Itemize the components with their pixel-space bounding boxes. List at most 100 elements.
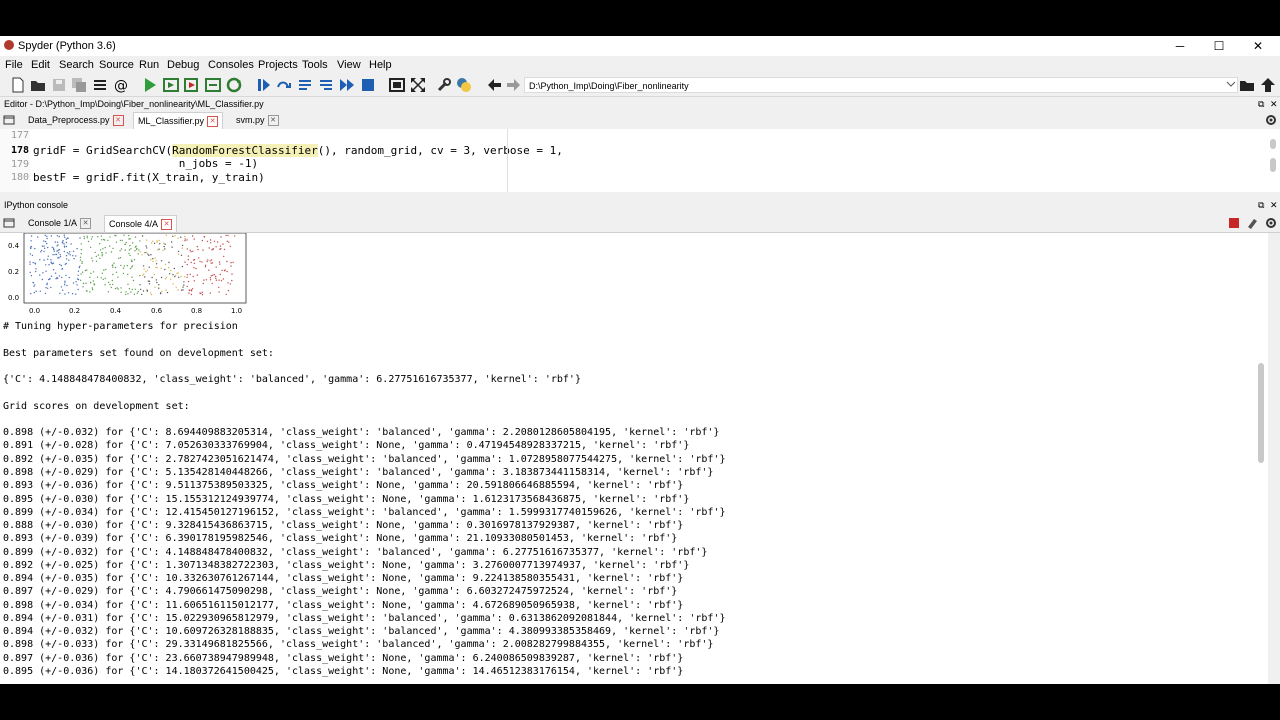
scatter-point	[208, 247, 210, 249]
menu-tools[interactable]: Tools	[302, 59, 328, 71]
scatter-point	[46, 237, 48, 240]
step-icon[interactable]	[276, 77, 292, 93]
console-scrollbar-thumb[interactable]	[1258, 363, 1264, 463]
menu-view[interactable]: View	[337, 59, 361, 71]
forward-arrow-icon[interactable]	[506, 77, 522, 93]
save-icon[interactable]	[51, 77, 67, 93]
run-selection-icon[interactable]	[205, 77, 221, 93]
back-arrow-icon[interactable]	[486, 77, 502, 93]
console-line: 0.898 (+/-0.034) for {'C': 11.6065161150…	[3, 599, 684, 611]
menu-bar: File Edit Search Source Run Debug Consol…	[0, 56, 1280, 74]
open-folder-icon[interactable]	[30, 77, 46, 93]
close-tab-icon[interactable]: ✕	[267, 115, 279, 127]
gear-icon[interactable]	[1265, 217, 1277, 229]
menu-search[interactable]: Search	[59, 59, 94, 71]
scatter-point	[68, 259, 70, 261]
python-path-icon[interactable]	[456, 77, 472, 93]
fullscreen-icon[interactable]	[410, 77, 426, 93]
debug-icon[interactable]	[255, 77, 271, 93]
close-tab-icon[interactable]: ✕	[112, 115, 124, 127]
chevron-down-icon[interactable]	[1226, 79, 1236, 89]
close-tab-icon[interactable]: ✕	[207, 116, 219, 128]
scatter-point	[63, 284, 66, 286]
step-return-icon[interactable]	[318, 77, 334, 93]
close-tab-icon[interactable]: ✕	[80, 218, 92, 230]
menu-consoles[interactable]: Consoles	[208, 59, 254, 71]
close-pane-icon[interactable]: ✕	[1270, 198, 1278, 212]
scatter-point	[87, 240, 90, 243]
preferences-wrench-icon[interactable]	[436, 77, 452, 93]
undock-icon[interactable]: ⧉	[1258, 97, 1264, 111]
browse-folder-icon[interactable]	[1239, 77, 1255, 93]
maximize-button[interactable]: ☐	[1204, 37, 1234, 55]
tab-console-4[interactable]: Console 4/A ✕	[104, 215, 178, 232]
undock-icon[interactable]: ⧉	[1258, 198, 1264, 212]
scatter-point	[180, 275, 182, 278]
minimize-button[interactable]: ─	[1165, 37, 1195, 55]
ipython-console[interactable]: 0.4 0.2 0.0 0.0 0.2 0.4 0.6 0.8 1.0 # Tu…	[0, 233, 1268, 684]
scatter-point	[119, 257, 122, 259]
scatter-point	[29, 253, 32, 255]
step-into-icon[interactable]	[297, 77, 313, 93]
tab-data-preprocess[interactable]: Data_Preprocess.py ✕	[24, 112, 128, 128]
console-line: 0.893 (+/-0.039) for {'C': 6.39017819598…	[3, 533, 678, 545]
tab-ml-classifier[interactable]: ML_Classifier.py ✕	[133, 112, 224, 129]
scatter-point	[131, 260, 133, 263]
run-cell-advance-icon[interactable]	[184, 77, 200, 93]
scatter-point	[40, 251, 42, 253]
tab-console-1[interactable]: Console 1/A ✕	[24, 215, 95, 231]
scatter-point	[198, 257, 200, 259]
scatter-point	[188, 289, 190, 291]
eraser-icon[interactable]	[1246, 217, 1258, 229]
editor-scrollbar-thumb[interactable]	[1270, 158, 1276, 172]
run-cell-icon[interactable]	[163, 77, 179, 93]
scatter-point	[86, 290, 88, 292]
close-pane-icon[interactable]: ✕	[1270, 97, 1278, 111]
browse-tabs-icon[interactable]	[3, 217, 15, 229]
menu-debug[interactable]: Debug	[167, 59, 199, 71]
scatter-point	[141, 254, 143, 256]
stop-kernel-icon[interactable]	[1228, 217, 1240, 229]
parent-directory-icon[interactable]	[1260, 77, 1276, 93]
scatter-point	[164, 263, 167, 266]
rerun-icon[interactable]	[226, 77, 242, 93]
scatter-point	[177, 289, 179, 291]
maximize-pane-icon[interactable]	[389, 77, 405, 93]
close-tab-icon[interactable]: ✕	[161, 219, 173, 231]
scatter-point	[34, 284, 36, 286]
stop-debug-icon[interactable]	[360, 77, 376, 93]
list-icon[interactable]	[92, 77, 108, 93]
tab-svm[interactable]: svm.py ✕	[232, 112, 283, 128]
browse-tabs-icon[interactable]	[3, 114, 15, 126]
menu-edit[interactable]: Edit	[31, 59, 50, 71]
menu-file[interactable]: File	[5, 59, 23, 71]
scatter-point	[99, 257, 101, 259]
scatter-point	[203, 236, 205, 238]
menu-source[interactable]: Source	[99, 59, 134, 71]
scatter-point	[209, 260, 211, 262]
scatter-point	[56, 250, 58, 252]
scatter-point	[133, 293, 136, 295]
code-line: gridF = GridSearchCV(RandomForestClassif…	[33, 144, 563, 157]
code-editor[interactable]: 177 178 179 180 gridF = GridSearchCV(Ran…	[0, 129, 1280, 192]
menu-projects[interactable]: Projects	[258, 59, 298, 71]
menu-run[interactable]: Run	[139, 59, 159, 71]
save-all-icon[interactable]	[71, 77, 87, 93]
working-directory-input[interactable]: D:\Python_Imp\Doing\Fiber_nonlinearity	[524, 77, 1238, 93]
scatter-point	[220, 236, 222, 238]
scatter-point	[209, 292, 211, 294]
close-window-button[interactable]: ✕	[1243, 37, 1273, 55]
gear-icon[interactable]	[1265, 114, 1277, 126]
scatter-point	[51, 246, 53, 248]
at-sign-icon[interactable]: @	[113, 77, 129, 93]
run-icon[interactable]	[142, 77, 158, 93]
continue-icon[interactable]	[339, 77, 355, 93]
scatter-point	[134, 246, 137, 248]
menu-help[interactable]: Help	[369, 59, 392, 71]
scatter-point	[63, 250, 65, 253]
scatter-point	[153, 273, 155, 276]
new-file-icon[interactable]	[10, 77, 26, 93]
editor-scrollbar[interactable]	[1270, 139, 1276, 149]
scatter-point	[76, 247, 78, 250]
title-bar: Spyder (Python 3.6) ─ ☐ ✕	[0, 36, 1280, 56]
